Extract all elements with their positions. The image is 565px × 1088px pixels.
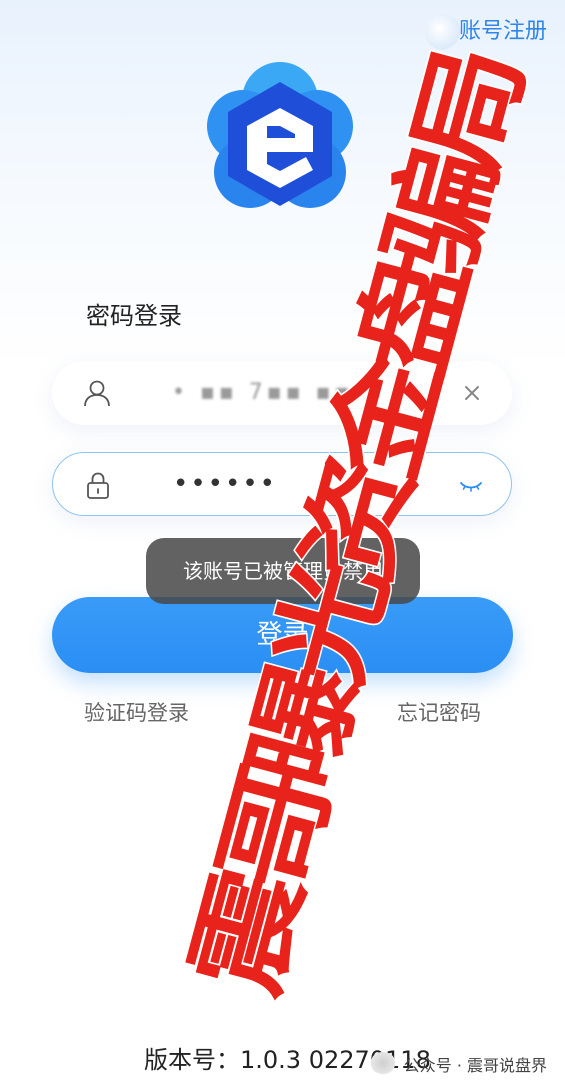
password-field[interactable]: •••••• [52,452,512,516]
wechat-icon [369,1052,396,1074]
sms-login-link[interactable]: 验证码登录 [84,697,189,727]
password-value: •••••• [173,469,278,499]
user-icon [84,380,110,407]
page-title: 密码登录 [86,302,182,330]
app-logo [207,62,353,208]
login-button[interactable]: 登录 [52,597,513,673]
register-button[interactable]: 账号注册 [419,14,547,50]
error-toast: 该账号已被管理员禁用 [146,538,420,604]
clear-icon[interactable] [460,381,484,405]
source-text: 公众号 · 震哥说盘界 [403,1056,547,1075]
username-value: • ▪▪ 7▪▪ ▪▪ [172,380,354,405]
source-label: 公众号 · 震哥说盘界 [369,1052,547,1076]
username-field[interactable]: • ▪▪ 7▪▪ ▪▪ [52,361,512,425]
lock-icon [87,472,109,499]
forgot-password-link[interactable]: 忘记密码 [397,697,481,727]
eye-closed-icon[interactable] [459,473,483,497]
